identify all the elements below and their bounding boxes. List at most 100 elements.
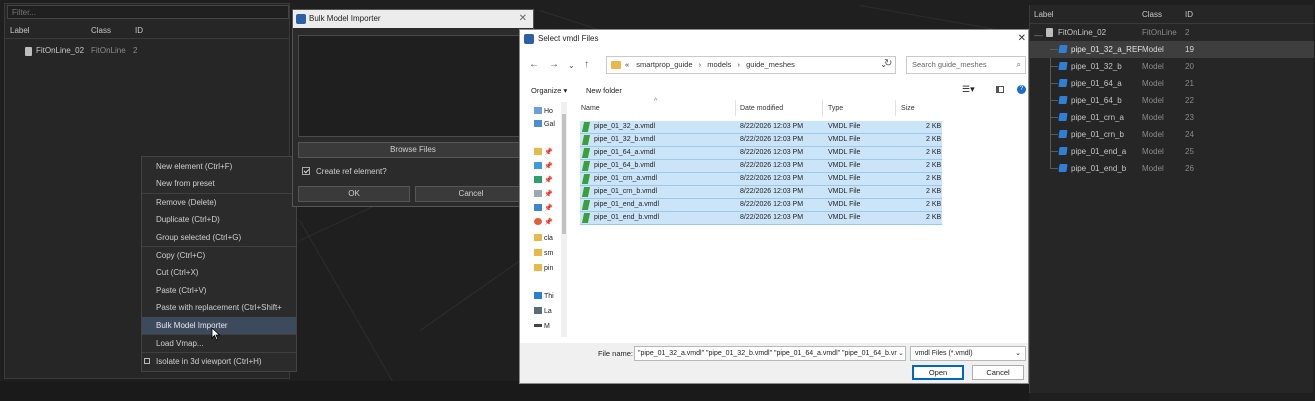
menu-item-new-element[interactable]: New element (Ctrl+F) — [142, 158, 296, 175]
filename-input[interactable]: "pipe_01_32_a.vmdl" "pipe_01_32_b.vmdl" … — [634, 346, 906, 361]
forward-arrow-icon[interactable]: → — [549, 59, 559, 70]
nav-scrollbar[interactable] — [561, 102, 567, 337]
filetype-select[interactable]: vmdl Files (*.vmdl) ⌄ — [910, 346, 1026, 361]
window-titlebar[interactable]: Bulk Model Importer ✕ — [293, 10, 533, 28]
breadcrumb-chevron-icon: › — [698, 60, 702, 69]
tree-row[interactable]: pipe_01_end_b Model 26 — [1030, 160, 1314, 177]
file-list[interactable]: Name ^ Date modified Type Size pipe_01_3… — [570, 98, 1028, 343]
column-header-size[interactable]: Size — [901, 105, 915, 112]
menu-item-duplicate[interactable]: Duplicate (Ctrl+D) — [142, 211, 296, 228]
file-name: pipe_01_64_b.vmdl — [594, 162, 656, 169]
column-header-class[interactable]: Class — [91, 26, 111, 35]
nav-label: Gal — [544, 121, 555, 128]
column-header-type[interactable]: Type — [828, 105, 843, 112]
open-button[interactable]: Open — [912, 365, 964, 380]
menu-item-paste[interactable]: Paste (Ctrl+V) — [142, 282, 296, 299]
menu-item-paste-with-replacement[interactable]: Paste with replacement (Ctrl+Shift+ — [142, 299, 296, 316]
chevron-down-icon[interactable]: ⌄ — [568, 61, 575, 70]
search-input[interactable]: Search guide_meshes ⌕ — [906, 56, 1026, 74]
cancel-button[interactable]: Cancel — [415, 186, 527, 202]
column-header-class[interactable]: Class — [1142, 10, 1162, 19]
refresh-icon[interactable]: ↻ — [884, 58, 892, 69]
cancel-button[interactable]: Cancel — [972, 365, 1024, 380]
column-divider[interactable] — [895, 100, 896, 116]
tree-row[interactable]: pipe_01_32_a_REF Model 19 — [1030, 41, 1314, 58]
column-divider[interactable] — [822, 100, 823, 116]
column-divider[interactable] — [735, 100, 736, 116]
row-label: FitOnLine_02 — [1058, 28, 1107, 37]
column-header-name[interactable]: Name — [581, 105, 600, 112]
breadcrumb-item[interactable]: guide_meshes — [746, 60, 795, 69]
vmdl-file-icon — [581, 135, 591, 145]
file-size: 2 KB — [926, 136, 942, 143]
up-arrow-icon[interactable]: ↑ — [584, 59, 589, 70]
help-icon[interactable]: ? — [1017, 85, 1026, 94]
ok-button[interactable]: OK — [298, 186, 410, 202]
new-folder-button[interactable]: New folder — [586, 86, 622, 95]
row-label: pipe_01_end_a — [1071, 147, 1127, 156]
tree-row[interactable]: pipe_01_end_a Model 25 — [1030, 143, 1314, 160]
folder-icon — [534, 249, 542, 256]
row-id: 2 — [1185, 28, 1190, 37]
tree-row[interactable]: pipe_01_64_b Model 22 — [1030, 92, 1314, 109]
row-id: 23 — [1185, 113, 1194, 122]
vmdl-file-icon — [581, 122, 591, 132]
file-row[interactable]: pipe_01_64_b.vmdl 8/22/2026 12:03 PM VMDL … — [580, 160, 942, 173]
scrollbar-thumb[interactable] — [562, 114, 566, 234]
create-ref-checkbox[interactable]: Create ref element? — [302, 166, 387, 178]
row-id: 24 — [1185, 130, 1194, 139]
tree-row[interactable]: pipe_01_32_b Model 20 — [1030, 58, 1314, 75]
tree-row[interactable]: pipe_01_crn_a Model 23 — [1030, 109, 1314, 126]
filter-input[interactable] — [7, 5, 289, 19]
tree-row-root[interactable]: — FitOnLine_02 FitOnLine 2 — [1030, 24, 1314, 41]
menu-item-copy[interactable]: Copy (Ctrl+C) — [142, 247, 296, 264]
file-date: 8/22/2026 12:03 PM — [740, 188, 804, 195]
import-file-list[interactable] — [298, 35, 528, 137]
search-placeholder: Search guide_meshes — [912, 60, 987, 69]
address-bar[interactable]: « smartprop_guide › models › guide_meshe… — [606, 56, 896, 74]
organize-button[interactable]: Organize ▾ — [531, 86, 567, 95]
folder-icon — [534, 234, 542, 241]
close-icon[interactable]: ✕ — [1018, 30, 1026, 48]
breadcrumb-overflow[interactable]: « — [625, 60, 629, 69]
close-icon[interactable]: ✕ — [519, 10, 527, 28]
column-header-id[interactable]: ID — [135, 26, 143, 35]
browse-files-button[interactable]: Browse Files — [298, 142, 528, 158]
nav-label: Thi — [544, 293, 554, 300]
file-row[interactable]: pipe_01_32_b.vmdl 8/22/2026 12:03 PM VMDL … — [580, 134, 942, 147]
model-icon — [1058, 96, 1068, 104]
back-arrow-icon[interactable]: ← — [529, 59, 539, 70]
menu-item-isolate-label: Isolate in 3d viewport (Ctrl+H) — [156, 357, 262, 366]
model-icon — [1058, 164, 1068, 172]
file-row[interactable]: pipe_01_crn_a.vmdl 8/22/2026 12:03 PM VMDL… — [580, 173, 942, 186]
menu-item-new-from-preset[interactable]: New from preset — [142, 175, 296, 192]
row-class: Model — [1142, 164, 1164, 173]
row-label: pipe_01_end_b — [1071, 164, 1127, 173]
column-header-date[interactable]: Date modified — [740, 105, 783, 112]
menu-item-isolate[interactable]: Isolate in 3d viewport (Ctrl+H) — [142, 353, 296, 370]
tree-row[interactable]: pipe_01_crn_b Model 24 — [1030, 126, 1314, 143]
menu-item-cut[interactable]: Cut (Ctrl+X) — [142, 264, 296, 281]
file-row[interactable]: pipe_01_end_b.vmdl 8/22/2026 12:03 PM VMDL… — [580, 212, 942, 225]
preview-pane-icon[interactable] — [996, 86, 1004, 93]
folder-icon — [611, 61, 621, 69]
dialog-titlebar[interactable]: Select vmdl Files ✕ — [520, 30, 1028, 48]
tree-line — [1050, 83, 1058, 84]
tree-row[interactable]: pipe_01_64_a Model 21 — [1030, 75, 1314, 92]
row-class: Model — [1142, 147, 1164, 156]
view-options-icon[interactable]: ☰▾ — [962, 84, 975, 95]
file-row[interactable]: pipe_01_crn_b.vmdl 8/22/2026 12:03 PM VMDL… — [580, 186, 942, 199]
file-row[interactable]: pipe_01_64_a.vmdl 8/22/2026 12:03 PM VMDL … — [580, 147, 942, 160]
menu-item-group-selected[interactable]: Group selected (Ctrl+G) — [142, 229, 296, 246]
file-row[interactable]: pipe_01_end_a.vmdl 8/22/2026 12:03 PM VMDL… — [580, 199, 942, 212]
column-header-label[interactable]: Label — [10, 26, 30, 35]
chevron-down-icon[interactable]: ⌄ — [898, 349, 904, 357]
menu-item-remove[interactable]: Remove (Delete) — [142, 194, 296, 211]
column-header-label[interactable]: Label — [1034, 10, 1054, 19]
column-header-id[interactable]: ID — [1185, 10, 1193, 19]
breadcrumb-item[interactable]: models — [707, 60, 731, 69]
tree-row[interactable]: FitOnLine_02 FitOnLine 2 — [5, 44, 289, 58]
file-row[interactable]: pipe_01_32_a.vmdl 8/22/2026 12:03 PM VMDL … — [580, 121, 942, 134]
breadcrumb-item[interactable]: smartprop_guide — [636, 60, 692, 69]
file-name: pipe_01_crn_a.vmdl — [594, 175, 658, 182]
